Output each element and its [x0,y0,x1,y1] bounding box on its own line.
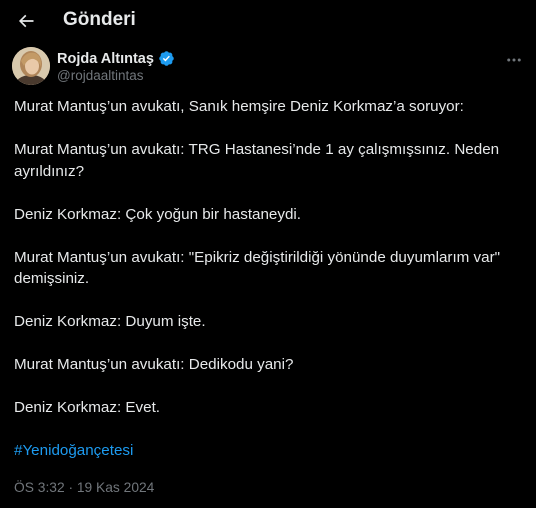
tweet-paragraph: Deniz Korkmaz: Evet. [14,399,161,416]
tweet-paragraph: Murat Mantuş’un avukatı: TRG Hastanesi’n… [14,141,500,180]
more-dots-icon [507,58,521,62]
tweet-paragraph: Deniz Korkmaz: Duyum işte. [14,313,206,330]
top-bar: Gönderi [0,0,536,42]
tweet-text: Murat Mantuş’un avukatı, Sanık hemşire D… [14,96,524,483]
arrow-left-icon [18,14,34,28]
tweet-paragraph: Deniz Korkmaz: Çok yoğun bir hastaneydi. [14,205,302,223]
author-name[interactable]: Rojda Altıntaş [57,51,154,67]
tweet-paragraph: Murat Mantuş’un avukatı, Sanık hemşire D… [14,98,464,115]
hashtag-link[interactable]: #Yenidoğançetesi [14,440,524,462]
verified-badge-icon [159,51,174,66]
tweet-paragraph: Murat Mantuş’un avukatı: Dedikodu yani? [14,356,294,373]
tweet-author: Rojda Altıntaş @rojdaaltintas [0,42,536,90]
author-handle[interactable]: @rojdaaltintas [57,68,144,83]
more-button[interactable] [504,50,524,70]
tweet-timestamp[interactable]: ÖS 3:32 · 19 Kas 2024 [14,480,154,495]
avatar[interactable] [12,47,50,85]
page-title: Gönderi [63,9,136,30]
back-button[interactable] [10,5,42,37]
avatar-image [12,47,50,85]
tweet-paragraph: Murat Mantuş’un avukatı: "Epikriz değişt… [14,248,501,288]
